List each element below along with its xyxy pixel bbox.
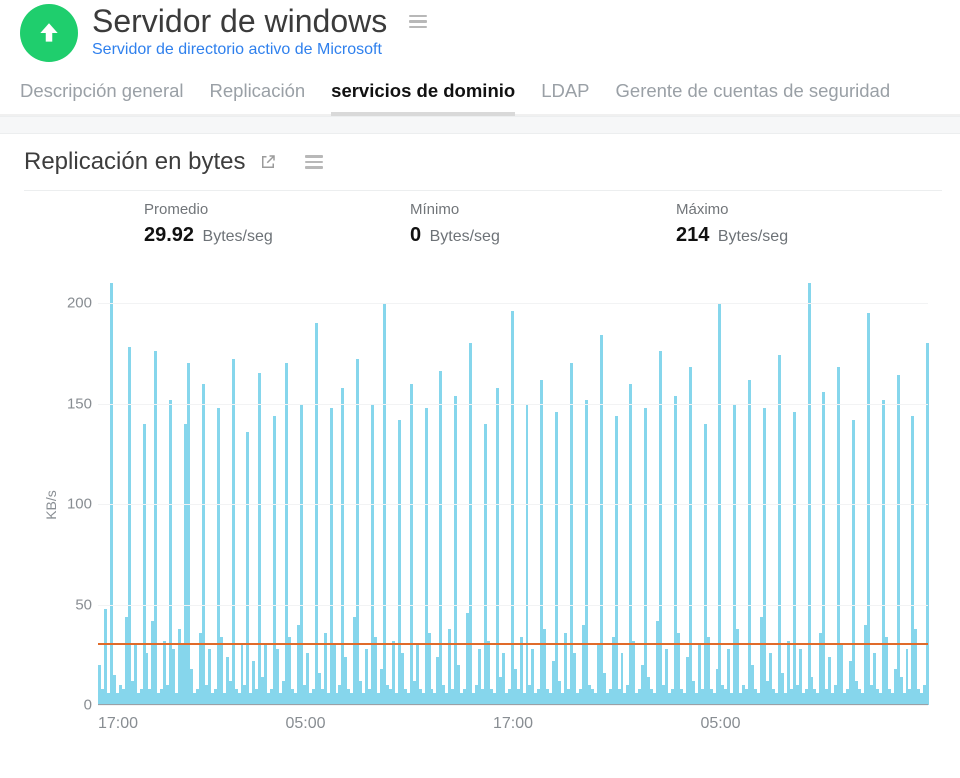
tab-ldap[interactable]: LDAP xyxy=(541,80,589,114)
y-axis-title: KB/s xyxy=(43,490,59,520)
chart-bar xyxy=(615,416,618,705)
tab-bar: Descripción general Replicación servicio… xyxy=(0,62,960,116)
card-title: Replicación en bytes xyxy=(24,148,245,176)
page-subtitle-link[interactable]: Servidor de directorio activo de Microso… xyxy=(92,41,433,59)
stat-avg-unit: Bytes/seg xyxy=(203,228,273,245)
chart-bar xyxy=(246,432,249,705)
stats-row: Promedio 29.92 Bytes/seg Mínimo 0 Bytes/… xyxy=(24,191,942,251)
chart-y-tick: 100 xyxy=(58,496,92,513)
page-header: Servidor de windows Servidor de director… xyxy=(0,0,960,62)
chart-bar xyxy=(778,355,781,705)
chart-bar xyxy=(439,371,442,705)
chart-x-tick: 17:00 xyxy=(98,715,138,733)
chart-gridline xyxy=(98,504,928,505)
chart-bar xyxy=(808,283,811,705)
chart-bar xyxy=(793,412,796,705)
replication-bytes-card: Replicación en bytes Promedio 29.92 Byte… xyxy=(0,134,960,735)
chart-bar xyxy=(822,392,825,705)
chart-bar xyxy=(526,404,529,705)
stat-min-value: 0 xyxy=(410,224,421,246)
section-divider xyxy=(0,116,960,134)
chart-x-tick: 17:00 xyxy=(493,715,533,733)
chart-bar xyxy=(410,384,413,705)
chart-bar xyxy=(454,396,457,705)
chart-bar xyxy=(356,359,359,705)
chart-gridline xyxy=(98,404,928,405)
chart-bar xyxy=(897,375,900,705)
chart: KB/s 050100150200 17:0005:0017:0005:00 xyxy=(42,275,932,735)
chart-y-tick: 0 xyxy=(58,697,92,714)
chart-bar xyxy=(315,323,318,705)
stat-avg-label: Promedio xyxy=(144,201,410,218)
chart-avg-line xyxy=(98,643,928,645)
chart-bar xyxy=(202,384,205,705)
chart-y-tick: 150 xyxy=(58,395,92,412)
stat-avg: Promedio 29.92 Bytes/seg xyxy=(144,201,410,247)
chart-gridline xyxy=(98,705,928,706)
chart-bar xyxy=(104,609,107,705)
chart-bar xyxy=(926,343,929,705)
status-up-icon xyxy=(20,4,78,62)
chart-bar xyxy=(232,359,235,705)
chart-x-ticks: 17:00 05:00 17:00 05:00 xyxy=(98,711,928,735)
chart-bar xyxy=(689,367,692,705)
stat-max-unit: Bytes/seg xyxy=(718,228,788,245)
chart-x-tick: 05:00 xyxy=(700,715,740,733)
tab-domain-services[interactable]: servicios de dominio xyxy=(331,80,515,114)
chart-bar xyxy=(600,335,603,705)
chart-bar xyxy=(867,313,870,705)
chart-bar xyxy=(748,380,751,706)
chart-bar xyxy=(128,347,131,705)
chart-bar xyxy=(511,311,514,705)
stat-max-label: Máximo xyxy=(676,201,942,218)
tab-overview[interactable]: Descripción general xyxy=(20,80,184,114)
card-menu-icon[interactable] xyxy=(299,149,329,175)
stat-avg-value: 29.92 xyxy=(144,224,194,246)
stat-min: Mínimo 0 Bytes/seg xyxy=(410,201,676,247)
stat-min-unit: Bytes/seg xyxy=(430,228,500,245)
chart-plot-area: 050100150200 xyxy=(98,275,928,705)
chart-bar xyxy=(110,283,113,705)
chart-bar xyxy=(258,373,261,705)
chart-bar xyxy=(555,412,558,705)
chart-x-tick: 05:00 xyxy=(285,715,325,733)
tab-replication[interactable]: Replicación xyxy=(210,80,306,114)
chart-bar xyxy=(585,400,588,705)
chart-gridline xyxy=(98,605,928,606)
tab-security-accounts[interactable]: Gerente de cuentas de seguridad xyxy=(616,80,891,114)
chart-bar xyxy=(852,420,855,705)
page-menu-icon[interactable] xyxy=(403,9,433,35)
stat-max: Máximo 214 Bytes/seg xyxy=(676,201,942,247)
chart-y-tick: 200 xyxy=(58,295,92,312)
chart-bar xyxy=(300,404,303,705)
chart-bar xyxy=(496,388,499,705)
chart-bar xyxy=(763,408,766,705)
chart-y-tick: 50 xyxy=(58,596,92,613)
chart-bar xyxy=(187,363,190,705)
chart-gridline xyxy=(98,303,928,304)
stat-max-value: 214 xyxy=(676,224,709,246)
popout-icon[interactable] xyxy=(259,153,277,171)
chart-bar xyxy=(644,408,647,705)
stat-min-label: Mínimo xyxy=(410,201,676,218)
chart-bar xyxy=(469,343,472,705)
page-title: Servidor de windows xyxy=(92,4,387,39)
